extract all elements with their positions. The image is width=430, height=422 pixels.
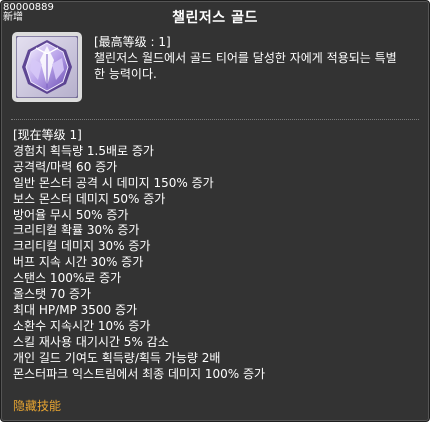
effect-line: 경험치 획득량 1.5배로 증가: [13, 143, 154, 158]
effect-line: 최대 HP/MP 3500 증가: [13, 302, 138, 317]
effect-line: 보스 몬스터 데미지 50% 증가: [13, 191, 166, 206]
current-level-label: [现在等级 1]: [13, 128, 82, 142]
effect-line: 일반 몬스터 공격 시 데미지 150% 증가: [13, 175, 214, 190]
effect-line: 올스탯 70 증가: [13, 287, 92, 302]
effect-line: 스킬 재사용 대기시간 5% 감소: [13, 334, 169, 349]
challengers-gold-emblem-icon: [16, 36, 78, 98]
skill-icon-frame: [12, 32, 82, 102]
effect-line: 몬스터파크 익스트림에서 최종 데미지 100% 증가: [13, 366, 266, 381]
effect-line: 크리티컬 확률 30% 증가: [13, 223, 140, 238]
skill-title: 챌린저스 골드: [172, 10, 258, 26]
hidden-skill-label: 隐藏技能: [13, 399, 62, 413]
effect-line: 방어율 무시 50% 증가: [13, 207, 129, 222]
description-line: 한 능력이다.: [94, 67, 157, 81]
effect-line: 버프 지속 시간 30% 증가: [13, 255, 144, 270]
effect-list: [现在等级 1] 경험치 획득량 1.5배로 증가 공격력/마력 60 증가 일…: [13, 128, 423, 383]
divider: [11, 119, 419, 120]
description-line: 챌린저스 월드에서 골드 티어를 달성한 자에게 적용되는 특별: [94, 51, 397, 65]
effect-line: 공격력/마력 60 증가: [13, 159, 118, 174]
effect-line: 개인 길드 기여도 획득량/획득 가능량 2배: [13, 350, 221, 365]
effect-line: 크리티컬 데미지 30% 증가: [13, 239, 151, 254]
skill-tooltip: 80000889 新增 챌린저스 골드 [最高等级: 1] 챌린저스 월드에서…: [0, 0, 430, 422]
effect-line: 스탠스 100%로 증가: [13, 271, 122, 286]
max-level-label: [最高等级 : 1]: [94, 35, 171, 49]
effect-line: 소환수 지속시간 10% 증가: [13, 318, 151, 333]
skill-description: [最高等级 : 1] 챌린저스 월드에서 골드 티어를 달성한 자에게 적용되는…: [94, 34, 424, 82]
